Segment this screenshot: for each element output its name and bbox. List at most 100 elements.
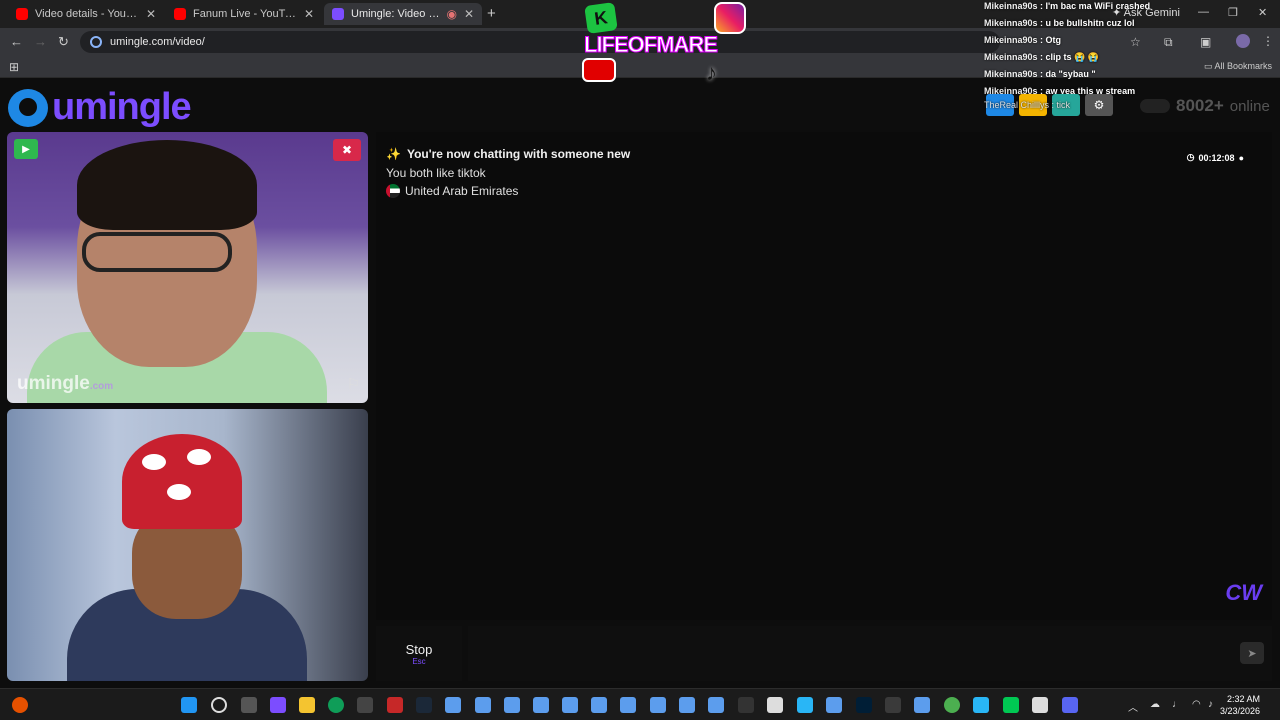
close-icon[interactable]: ✕ bbox=[304, 7, 314, 21]
reload-icon[interactable]: ↻ bbox=[58, 34, 69, 50]
font-app-icon[interactable] bbox=[738, 697, 754, 713]
tab-umingle[interactable]: Umingle: Video Chat with S ◉ ✕ bbox=[324, 3, 482, 25]
window-close-icon[interactable]: ✕ bbox=[1258, 6, 1267, 19]
stream-chat-line: Mikeinna90s : clip ts 😭 😭 bbox=[984, 52, 1099, 62]
taskbar-app-icon[interactable] bbox=[445, 697, 461, 713]
forward-icon[interactable]: → bbox=[34, 34, 47, 49]
copilot-icon[interactable] bbox=[270, 697, 286, 713]
taskbar-app-icon[interactable] bbox=[620, 697, 636, 713]
windows-start-icon[interactable] bbox=[181, 697, 197, 713]
taskbar-app-icon[interactable] bbox=[679, 697, 695, 713]
obs-icon[interactable] bbox=[885, 697, 901, 713]
facebook-icon[interactable] bbox=[797, 697, 813, 713]
store-icon[interactable] bbox=[357, 697, 373, 713]
chrome-icon[interactable] bbox=[944, 697, 960, 713]
self-hat bbox=[122, 434, 242, 529]
capcut-icon[interactable] bbox=[1032, 697, 1048, 713]
send-icon[interactable]: ➤ bbox=[1240, 642, 1264, 664]
country-name: United Arab Emirates bbox=[405, 184, 519, 198]
taskbar-app-icon[interactable] bbox=[475, 697, 491, 713]
umingle-page: umingle 8002+ online ▶ ✖ umingle.com ⚐ ✨… bbox=[0, 78, 1280, 688]
side-panel-icon[interactable]: ▣ bbox=[1200, 35, 1211, 49]
minimize-icon[interactable]: — bbox=[1198, 6, 1209, 18]
clock-time: 2:32 AM bbox=[1226, 694, 1260, 704]
microphone-icon[interactable]: ♩ bbox=[1172, 699, 1182, 710]
chat-status: ✨ You're now chatting with someone new bbox=[386, 147, 630, 161]
taskbar-app-icon[interactable] bbox=[973, 697, 989, 713]
stop-button[interactable]: Stop Esc bbox=[376, 626, 462, 681]
close-icon[interactable]: ✕ bbox=[146, 7, 156, 21]
photoshop-icon[interactable] bbox=[856, 697, 872, 713]
report-flag-icon[interactable]: ⚐ bbox=[347, 375, 360, 393]
edge-icon[interactable] bbox=[328, 697, 344, 713]
tab-fanum-live[interactable]: Fanum Live - YouTube ✕ bbox=[166, 3, 322, 25]
stream-chat-line: Mikeinna90s : u be bullshitn cuz lol bbox=[984, 18, 1135, 28]
weather-widget-icon[interactable] bbox=[12, 697, 28, 713]
menu-icon[interactable]: ⋮ bbox=[1262, 34, 1274, 48]
app-icon[interactable] bbox=[387, 697, 403, 713]
wifi-icon[interactable]: ◠ bbox=[1192, 699, 1201, 710]
taskbar-app-icon[interactable] bbox=[914, 697, 930, 713]
chat-message: clip ts 😭 😭 bbox=[1045, 52, 1099, 62]
youtube-icon bbox=[174, 8, 186, 20]
tab-title: Video details - YouTube Studio bbox=[35, 8, 139, 20]
stream-chat-line: Mikeinna90s : I'm bac ma WiFi crashed bbox=[984, 1, 1151, 11]
play-icon[interactable]: ▶ bbox=[14, 139, 38, 159]
apps-grid-icon[interactable]: ⊞ bbox=[9, 60, 19, 74]
tab-youtube-studio[interactable]: Video details - YouTube Studio ✕ bbox=[8, 3, 164, 25]
taskbar-app-icon[interactable] bbox=[708, 697, 724, 713]
spotify-icon[interactable] bbox=[1003, 697, 1019, 713]
youtube-icon bbox=[582, 58, 616, 82]
video-watermark: umingle.com bbox=[17, 373, 113, 395]
info-icon[interactable]: ● bbox=[1239, 153, 1244, 163]
online-count: 8002+ bbox=[1176, 96, 1224, 115]
taskbar-app-icon[interactable] bbox=[650, 697, 666, 713]
network-cloud-icon[interactable]: ☁ bbox=[1150, 699, 1160, 710]
site-info-icon[interactable] bbox=[90, 36, 102, 48]
chat-user: Mikeinna90s bbox=[984, 18, 1038, 28]
address-bar[interactable]: umingle.com/video/ bbox=[80, 31, 1000, 53]
restore-icon[interactable]: ❐ bbox=[1228, 6, 1238, 19]
taskbar-app-icon[interactable] bbox=[533, 697, 549, 713]
taskbar-app-icon[interactable] bbox=[826, 697, 842, 713]
all-bookmarks-label: All Bookmarks bbox=[1214, 61, 1273, 71]
chat-user: Mikeinna90s bbox=[984, 69, 1038, 79]
back-icon[interactable]: ← bbox=[10, 34, 23, 49]
message-input[interactable]: ➤ bbox=[468, 626, 1272, 681]
file-explorer-icon[interactable] bbox=[299, 697, 315, 713]
steam-icon[interactable] bbox=[416, 697, 432, 713]
sparkles-icon: ✨ bbox=[386, 147, 401, 161]
taskbar-app-icon[interactable] bbox=[562, 697, 578, 713]
taskbar-app-icon[interactable] bbox=[504, 697, 520, 713]
chat-message: da "sybau " bbox=[1045, 69, 1096, 79]
tiktok-icon: ♪ bbox=[706, 60, 717, 85]
umingle-logo[interactable]: umingle bbox=[8, 86, 192, 129]
stream-logo-overlay: K LIFEOFMARE ♪ bbox=[578, 0, 754, 98]
watermark-text: umingle bbox=[17, 373, 90, 394]
clock-icon: ◷ bbox=[1186, 152, 1195, 162]
task-view-icon[interactable] bbox=[241, 697, 257, 713]
taskbar-clock[interactable]: 2:32 AM 3/23/2026 bbox=[1220, 693, 1260, 717]
profile-avatar[interactable] bbox=[1236, 34, 1250, 48]
close-icon[interactable]: ✕ bbox=[464, 7, 474, 21]
search-icon[interactable] bbox=[211, 697, 227, 713]
chat-status-text: You're now chatting with someone new bbox=[406, 147, 631, 161]
youtube-icon bbox=[16, 8, 28, 20]
stranger-video: ▶ ✖ umingle.com ⚐ bbox=[7, 132, 368, 403]
discord-icon[interactable] bbox=[1062, 697, 1078, 713]
stream-chat-line: Mikeinna90s : da "sybau " bbox=[984, 69, 1096, 79]
settings-gear-icon[interactable]: ⚙ bbox=[1085, 94, 1113, 116]
volume-icon[interactable]: ♪ bbox=[1208, 699, 1213, 710]
all-bookmarks-button[interactable]: ▭ All Bookmarks bbox=[1204, 61, 1272, 72]
stream-chat-overlay: Mikeinna90s : I'm bac ma WiFi crashed Mi… bbox=[984, 0, 1180, 102]
taskbar-app-icon[interactable] bbox=[591, 697, 607, 713]
stream-alert-text: TheReal Chilllys : tick bbox=[984, 100, 1071, 110]
capcut-icon[interactable] bbox=[767, 697, 783, 713]
streamer-watermark-logo: CW bbox=[1225, 580, 1262, 605]
umingle-logo-icon bbox=[8, 88, 48, 127]
camera-off-icon[interactable]: ✖ bbox=[333, 139, 361, 161]
new-tab-button[interactable]: + bbox=[487, 5, 496, 22]
chat-message: I'm bac ma WiFi crashed bbox=[1045, 1, 1151, 11]
tray-overflow-icon[interactable]: ︿ bbox=[1128, 699, 1138, 714]
windows-taskbar: ︿ ☁ ♩ ◠ ♪ 2:32 AM 3/23/2026 bbox=[0, 688, 1280, 720]
